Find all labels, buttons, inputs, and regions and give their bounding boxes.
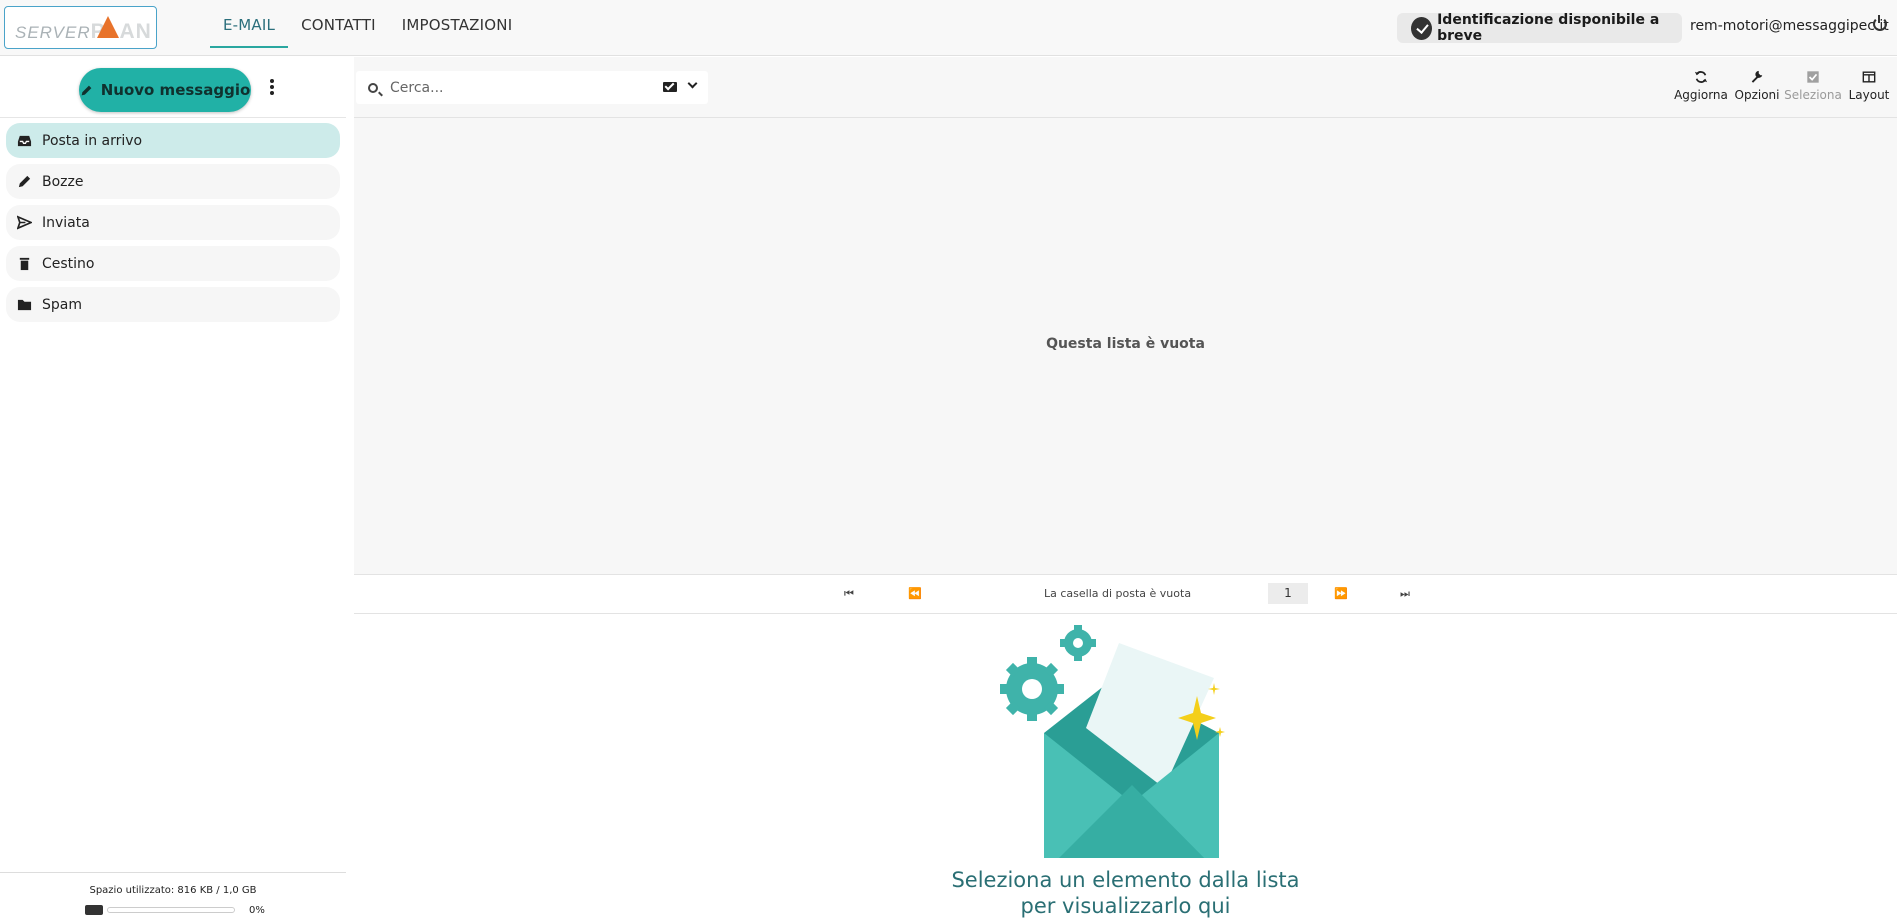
toolbar-actions: Aggiorna Opzioni Seleziona Layout — [1673, 69, 1897, 102]
folder-cestino[interactable]: Cestino — [6, 246, 340, 281]
logo-part-1: SERVER — [15, 23, 91, 42]
preview-pane: Seleziona un elemento dalla lista per vi… — [354, 615, 1897, 924]
preview-hint-line-1: Seleziona un elemento dalla lista — [951, 868, 1300, 892]
storage-percent: 0% — [249, 904, 265, 916]
tool-label: Layout — [1848, 88, 1890, 102]
refresh-icon — [1694, 71, 1708, 83]
chevron-down-icon[interactable] — [687, 78, 698, 89]
tool-label: Seleziona — [1784, 88, 1842, 102]
envelope-filter-icon[interactable] — [663, 82, 677, 92]
pagination-bar: ⏮ ⏪ La casella di posta è vuota 1 ⏩ ⏭ — [354, 574, 1897, 614]
folder-label: Cestino — [42, 255, 95, 272]
compose-button[interactable]: Nuovo messaggio — [79, 68, 251, 112]
nav-tab-email[interactable]: E-MAIL — [210, 0, 289, 48]
user-email: rem-motori@messaggipec.it — [1690, 18, 1889, 34]
next-page-icon[interactable]: ⏩ — [1334, 587, 1348, 600]
preview-hint: Seleziona un elemento dalla lista per vi… — [354, 867, 1897, 919]
send-icon — [17, 215, 32, 230]
preview-hint-line-2: per visualizzarlo qui — [1020, 894, 1231, 918]
folder-icon — [17, 299, 32, 311]
first-page-icon[interactable]: ⏮ — [844, 587, 854, 601]
folder-posta-in-arrivo[interactable]: Posta in arrivo — [6, 123, 340, 158]
hard-drive-icon — [85, 905, 103, 915]
search-box — [356, 71, 708, 104]
compose-label: Nuovo messaggio — [100, 81, 251, 99]
folder-label: Inviata — [42, 214, 90, 231]
sidebar-divider — [0, 117, 346, 118]
empty-list-message: Questa lista è vuota — [1046, 336, 1205, 352]
search-input[interactable] — [390, 79, 640, 96]
verified-badge-icon — [1413, 18, 1431, 38]
open-envelope-illustration — [1000, 625, 1225, 858]
logo-triangle-icon — [97, 16, 119, 38]
folder-inviata[interactable]: Inviata — [6, 205, 340, 240]
folder-label: Spam — [42, 296, 82, 313]
folder-bozze[interactable]: Bozze — [6, 164, 340, 199]
tool-label: Aggiorna — [1674, 88, 1728, 102]
pencil-icon — [18, 175, 31, 188]
tool-label: Opzioni — [1734, 88, 1780, 102]
folder-label: Posta in arrivo — [42, 132, 143, 149]
storage-usage: 0% — [85, 903, 265, 917]
sidebar: Nuovo messaggio Posta in arrivo Bozze In… — [0, 57, 346, 924]
message-list: Questa lista è vuota — [354, 118, 1897, 574]
nav-tab-impostazioni[interactable]: IMPOSTAZIONI — [389, 0, 526, 48]
select-button[interactable]: Seleziona — [1784, 69, 1842, 102]
storage-used-text: Spazio utilizzato: 816 KB / 1,0 GB — [89, 885, 257, 896]
storage-progress-bar — [107, 907, 235, 913]
folder-list: Posta in arrivo Bozze Inviata Cestino Sp… — [6, 123, 340, 328]
nav-tab-contatti[interactable]: CONTATTI — [288, 0, 389, 48]
identification-label: Identificazione disponibile a breve — [1437, 12, 1660, 44]
serverplan-logo[interactable]: SERVERPLAN — [4, 6, 157, 49]
mail-toolbar: Aggiorna Opzioni Seleziona Layout — [354, 57, 1897, 118]
pencil-icon — [81, 85, 92, 95]
logout-power-icon[interactable] — [1873, 15, 1887, 31]
quota-divider — [0, 872, 346, 873]
page-number-input[interactable]: 1 — [1268, 583, 1308, 604]
logo-wordmark: SERVERPLAN — [15, 20, 152, 44]
inbox-icon — [17, 135, 32, 147]
refresh-button[interactable]: Aggiorna — [1673, 69, 1729, 102]
folder-label: Bozze — [42, 173, 84, 190]
app-root: SERVERPLAN E-MAIL CONTATTI IMPOSTAZIONI … — [0, 0, 1897, 924]
top-header: SERVERPLAN E-MAIL CONTATTI IMPOSTAZIONI … — [0, 0, 1897, 56]
options-button[interactable]: Opzioni — [1729, 69, 1785, 102]
layout-button[interactable]: Layout — [1841, 69, 1897, 102]
identification-button[interactable]: Identificazione disponibile a breve — [1397, 12, 1682, 44]
pagination-status: La casella di posta è vuota — [1044, 587, 1192, 600]
search-icon — [368, 82, 378, 93]
folder-spam[interactable]: Spam — [6, 287, 340, 322]
main-nav: E-MAIL CONTATTI IMPOSTAZIONI — [210, 0, 525, 56]
last-page-icon[interactable]: ⏭ — [1400, 587, 1410, 601]
previous-page-icon[interactable]: ⏪ — [908, 587, 922, 600]
more-options-icon[interactable] — [268, 79, 276, 99]
checkbox-icon — [1807, 71, 1819, 83]
layout-icon — [1862, 71, 1876, 83]
trash-icon — [19, 257, 30, 271]
wrench-icon — [1751, 70, 1763, 83]
